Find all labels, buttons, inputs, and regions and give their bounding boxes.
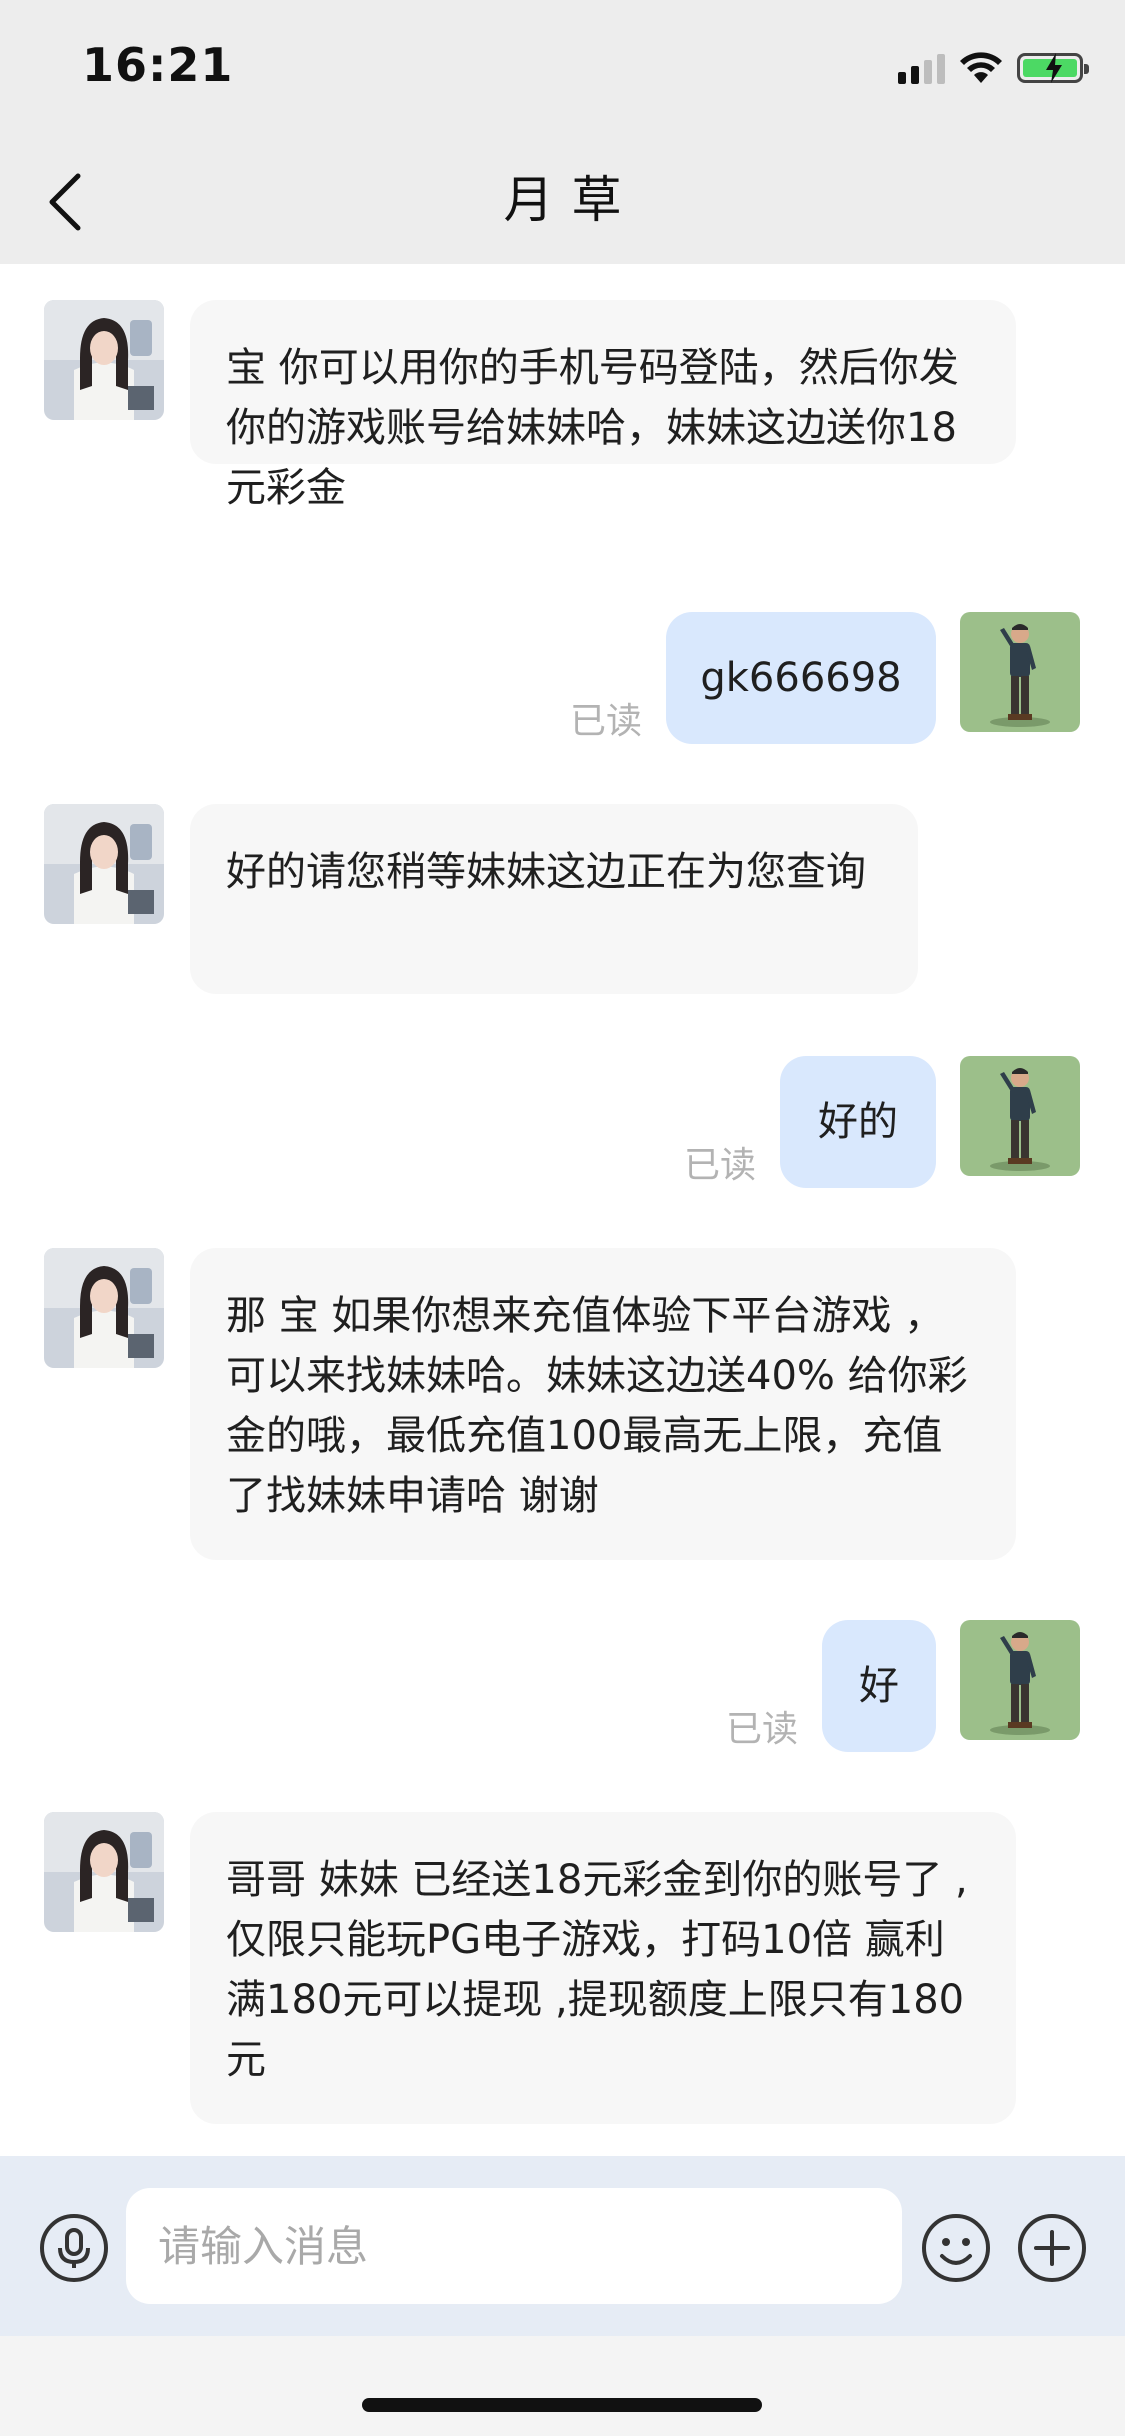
wifi-icon: [960, 52, 1002, 83]
read-status: 已读: [684, 1145, 757, 1186]
message-bubble[interactable]: 好的: [780, 1056, 936, 1188]
status-bar: 16:21: [0, 0, 1125, 138]
plus-icon: [1018, 2214, 1086, 2282]
message-list[interactable]: 宝 你可以用你的手机号码登陆，然后你发你的游戏账号给妹妹哈，妹妹这边送你18元彩…: [0, 264, 1125, 2156]
female-avatar[interactable]: [44, 300, 164, 420]
voice-button[interactable]: [38, 2212, 110, 2284]
male-avatar[interactable]: [960, 612, 1080, 732]
more-button[interactable]: [1016, 2212, 1088, 2284]
chat-title: 月草: [503, 171, 640, 229]
female-avatar[interactable]: [44, 1812, 164, 1932]
chat-header: 月草: [0, 138, 1125, 264]
message-bubble[interactable]: 宝 你可以用你的手机号码登陆，然后你发你的游戏账号给妹妹哈，妹妹这边送你18元彩…: [190, 300, 1016, 511]
status-time: 16:21: [82, 38, 234, 92]
message-input[interactable]: [126, 2188, 902, 2304]
battery-icon: [1017, 53, 1089, 83]
message-bubble[interactable]: 哥哥 妹妹 已经送18元彩金到你的账号了 ,仅限只能玩PG电子游戏，打码10倍 …: [190, 1812, 1016, 2124]
signal-icon: [898, 52, 945, 84]
female-avatar[interactable]: [44, 1248, 164, 1368]
emoji-icon: [922, 2214, 990, 2282]
message-bubble[interactable]: gk666698: [666, 612, 936, 744]
home-indicator[interactable]: [362, 2398, 762, 2412]
message-bubble[interactable]: 那 宝 如果你想来充值体验下平台游戏 ，可以来找妹妹哈。妹妹这边送40% 给你彩…: [190, 1248, 1016, 1560]
voice-icon: [40, 2214, 108, 2282]
message-input-bar: [0, 2156, 1125, 2336]
home-area: [0, 2336, 1125, 2436]
emoji-button[interactable]: [920, 2212, 992, 2284]
status-icons: [898, 48, 1089, 88]
male-avatar[interactable]: [960, 1056, 1080, 1176]
message-bubble[interactable]: 好: [822, 1620, 936, 1752]
female-avatar[interactable]: [44, 804, 164, 924]
male-avatar[interactable]: [960, 1620, 1080, 1740]
read-status: 已读: [570, 701, 643, 742]
message-bubble[interactable]: 好的请您稍等妹妹这边正在为您查询: [190, 804, 918, 994]
read-status: 已读: [726, 1709, 799, 1750]
